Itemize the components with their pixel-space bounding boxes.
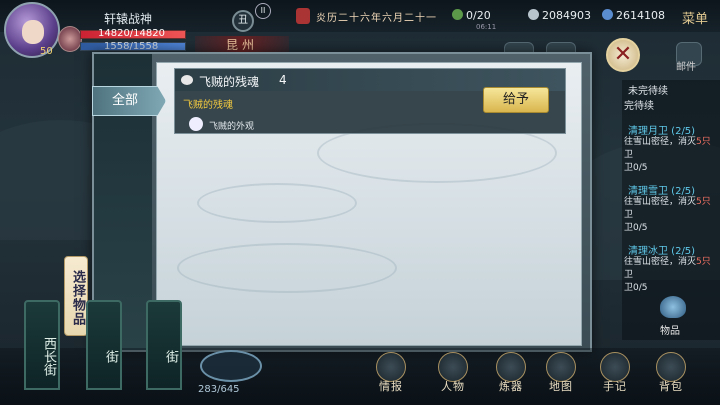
avatar-face xyxy=(22,20,44,44)
mp-text: 1558/1558 xyxy=(104,41,159,52)
energy-icon xyxy=(452,9,463,20)
resource-gem: 2614108 xyxy=(602,9,665,22)
give-button[interactable]: 给予 xyxy=(483,87,549,113)
street-sign[interactable]: 街 xyxy=(146,300,182,390)
task-title[interactable]: 清理雪卫 (2/5) xyxy=(628,182,695,197)
bag-gem-icon xyxy=(660,296,686,318)
items-label: 物品 xyxy=(660,326,680,337)
clock-time: 06:11 xyxy=(476,23,497,31)
item-row[interactable]: 飞贼的残魂 4 飞贼的残魂 飞贼的外观 给予 xyxy=(174,68,566,134)
zodiac-icon[interactable]: 丑 xyxy=(232,10,254,32)
close-button[interactable]: ✕ xyxy=(606,38,640,72)
select-items-scroll: 选择物品 xyxy=(64,256,88,336)
nav-map[interactable]: 地图 xyxy=(538,352,584,400)
task-desc: 往雪山密径，消灭5只卫卫0/5 xyxy=(624,197,711,233)
stamina-icon xyxy=(200,350,262,382)
silver-icon xyxy=(528,9,539,20)
pet-avatar[interactable] xyxy=(58,26,82,52)
cloud-icon xyxy=(181,75,193,85)
mask-icon xyxy=(189,117,203,131)
menu-button[interactable]: 菜单 xyxy=(682,8,708,27)
task-header-sub: 完待续 xyxy=(624,101,654,112)
gem-icon xyxy=(602,9,613,20)
items-button[interactable]: 物品 xyxy=(654,296,694,337)
pause-button[interactable]: II xyxy=(255,3,271,19)
task-desc: 往雪山密径，消灭5只卫卫0/5 xyxy=(624,137,711,173)
hp-text: 14820/14820 xyxy=(98,28,165,39)
task-title[interactable]: 清理月卫 (2/5) xyxy=(628,122,695,137)
street-sign[interactable]: 街 xyxy=(86,300,122,390)
calendar-icon xyxy=(296,8,310,24)
stamina-text: 283/645 xyxy=(198,384,240,395)
item-subtitle: 飞贼的残魂 xyxy=(183,100,233,111)
mail-label: 邮件 xyxy=(676,62,696,73)
resource-energy: 0/20 xyxy=(452,9,491,22)
item-count: 4 xyxy=(279,73,287,87)
nav-journal[interactable]: 手记 xyxy=(592,352,638,400)
nav-intel[interactable]: 情报 xyxy=(368,352,414,400)
street-west-long[interactable]: 西长街 xyxy=(24,300,60,390)
task-title[interactable]: 清理冰卫 (2/5) xyxy=(628,242,695,257)
task-header: 未完待续 xyxy=(628,86,668,97)
player-level: 50 xyxy=(40,46,53,57)
player-name: 轩辕战神 xyxy=(104,12,153,26)
resource-silver: 2084903 xyxy=(528,9,591,22)
nav-forge[interactable]: 炼器 xyxy=(488,352,534,400)
item-appearance: 飞贼的外观 xyxy=(209,122,255,132)
nav-bag[interactable]: 背包 xyxy=(648,352,694,400)
item-name: 飞贼的残魂 xyxy=(199,75,260,89)
calendar-date: 炎历二十六年六月二十一 xyxy=(316,13,437,24)
task-desc: 往雪山密径，消灭5只卫卫0/5 xyxy=(624,257,711,293)
tab-all[interactable]: 全部 xyxy=(92,86,166,116)
nav-character[interactable]: 人物 xyxy=(430,352,476,400)
